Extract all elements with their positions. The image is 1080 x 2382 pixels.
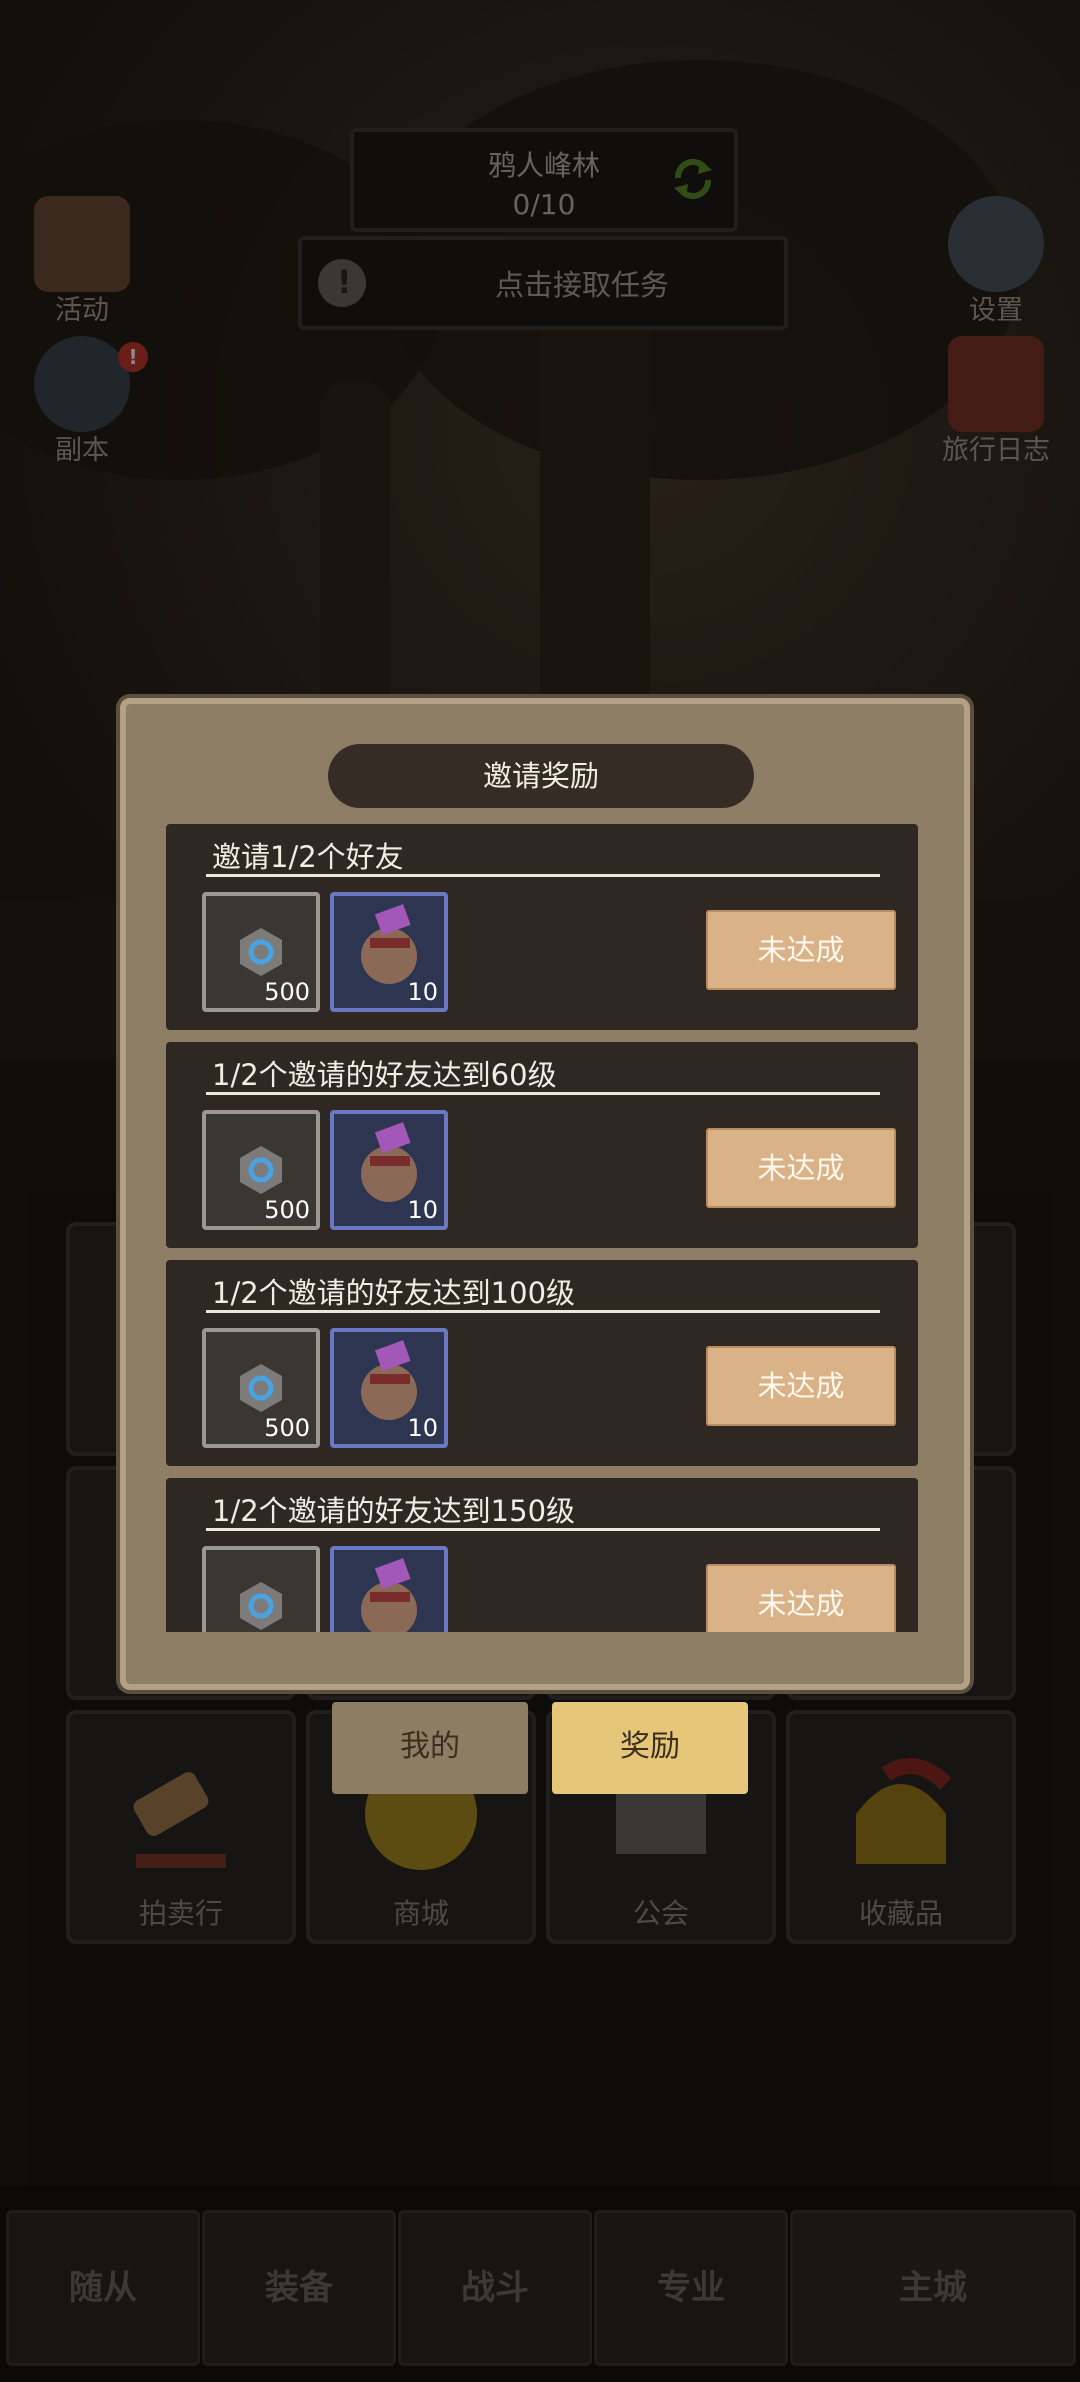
reward-quantity: 500 <box>264 1414 310 1442</box>
gear-stone-icon[interactable]: 500 <box>202 1110 320 1230</box>
hero-card-icon[interactable] <box>330 1546 448 1632</box>
reward-quantity: 10 <box>407 978 438 1006</box>
claim-button[interactable]: 未达成 <box>706 1346 896 1426</box>
gear-stone-icon[interactable]: 500 <box>202 1328 320 1448</box>
row-title: 1/2个邀请的好友达到60级 <box>212 1058 557 1092</box>
reward-list[interactable]: 邀请1/2个好友 500 10 未达成 1/2个邀请的好友达到60级 500 1… <box>166 824 918 1632</box>
row-title: 1/2个邀请的好友达到150级 <box>212 1494 576 1528</box>
row-title: 1/2个邀请的好友达到100级 <box>212 1276 576 1310</box>
divider <box>206 1528 880 1531</box>
gear-stone-icon[interactable]: 500 <box>202 892 320 1012</box>
invite-reward-dialog: 邀请奖励 邀请1/2个好友 500 10 未达成 1/2个邀请的好友达到60级 … <box>120 698 970 1690</box>
dialog-title: 邀请奖励 <box>328 744 754 808</box>
reward-row: 1/2个邀请的好友达到150级 未达成 <box>166 1478 918 1632</box>
reward-quantity: 10 <box>407 1196 438 1224</box>
divider <box>206 1310 880 1313</box>
tab-mine[interactable]: 我的 <box>332 1702 528 1794</box>
reward-row: 1/2个邀请的好友达到60级 500 10 未达成 <box>166 1042 918 1248</box>
reward-row: 1/2个邀请的好友达到100级 500 10 未达成 <box>166 1260 918 1466</box>
reward-row: 邀请1/2个好友 500 10 未达成 <box>166 824 918 1030</box>
tab-reward[interactable]: 奖励 <box>552 1702 748 1794</box>
claim-button[interactable]: 未达成 <box>706 910 896 990</box>
hero-card-icon[interactable]: 10 <box>330 1110 448 1230</box>
claim-button[interactable]: 未达成 <box>706 1128 896 1208</box>
claim-button[interactable]: 未达成 <box>706 1564 896 1632</box>
hero-card-icon[interactable]: 10 <box>330 892 448 1012</box>
hero-card-icon[interactable]: 10 <box>330 1328 448 1448</box>
row-title: 邀请1/2个好友 <box>212 840 404 874</box>
reward-quantity: 10 <box>407 1414 438 1442</box>
divider <box>206 1092 880 1095</box>
divider <box>206 874 880 877</box>
reward-quantity: 500 <box>264 1196 310 1224</box>
reward-quantity: 500 <box>264 978 310 1006</box>
gear-stone-icon[interactable] <box>202 1546 320 1632</box>
